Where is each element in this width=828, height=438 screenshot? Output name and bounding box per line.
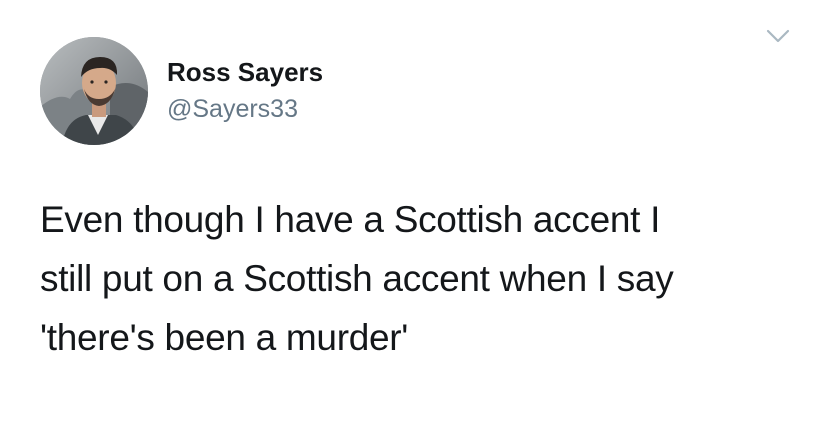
tweet-text: Even though I have a Scottish accent I s… (40, 190, 800, 367)
chevron-down-icon[interactable] (765, 26, 791, 46)
tweet-text-line: 'there's been a murder' (40, 317, 409, 358)
author-display-name[interactable]: Ross Sayers (167, 57, 323, 87)
tweet-card: Ross Sayers @Sayers33 Even though I have… (0, 0, 828, 438)
author-handle[interactable]: @Sayers33 (167, 94, 298, 124)
avatar-photo (40, 37, 148, 145)
tweet-text-line: Even though I have a Scottish accent I (40, 199, 661, 240)
avatar[interactable] (40, 37, 148, 145)
tweet-text-line: still put on a Scottish accent when I sa… (40, 258, 674, 299)
